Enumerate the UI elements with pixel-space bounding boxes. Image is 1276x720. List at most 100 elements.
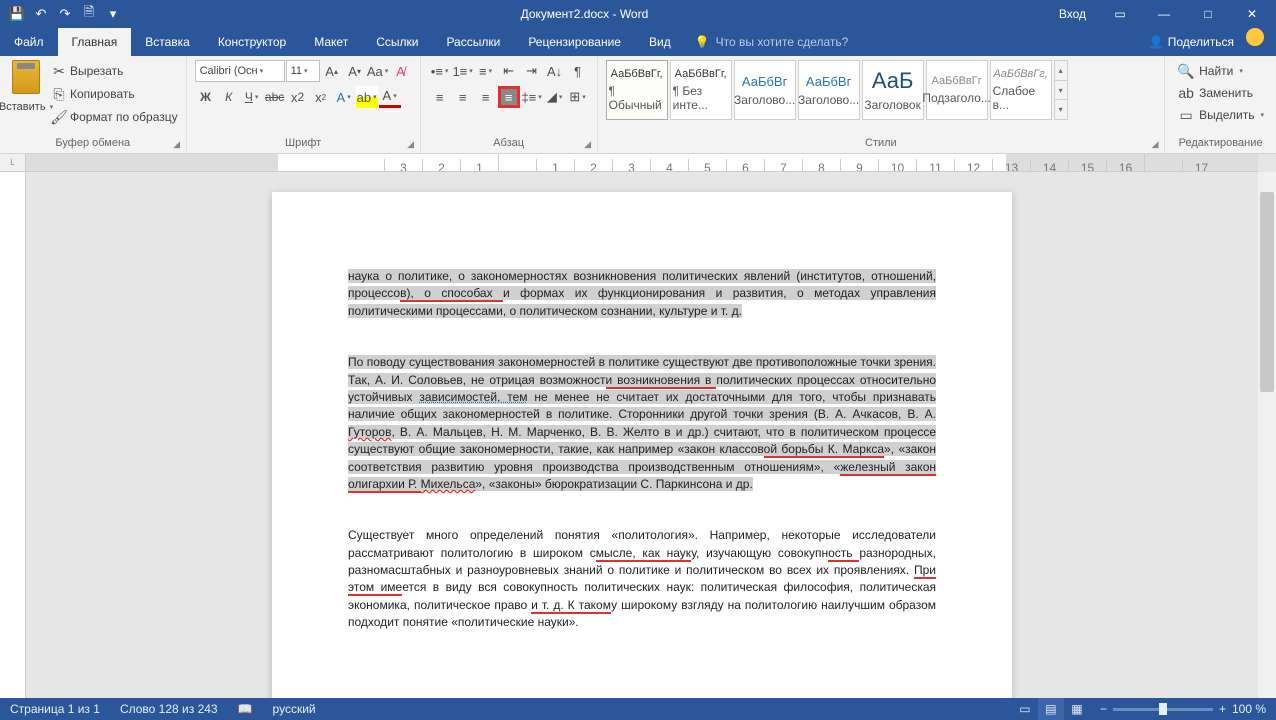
style-weak[interactable]: АаБбВвГг,Слабое в... [990,60,1052,120]
zoom-out-button[interactable]: − [1100,702,1107,716]
status-page[interactable]: Страница 1 из 1 [0,702,110,716]
select-label: Выделить [1199,108,1254,122]
undo-icon[interactable]: ↶ [30,3,52,25]
highlight-button[interactable]: ab [356,86,378,108]
login-button[interactable]: Вход [1045,7,1100,21]
align-right-button[interactable]: ≡ [475,86,497,108]
tellme-input[interactable] [716,35,916,49]
tab-review[interactable]: Рецензирование [514,28,635,56]
multilevel-button[interactable]: ≡ [475,60,497,82]
copy-button[interactable]: ⎘Копировать [50,83,178,105]
group-paragraph-label: Абзац [429,137,589,151]
style-subtitle[interactable]: АаБбВвГгПодзаголо... [926,60,988,120]
tab-references[interactable]: Ссылки [362,28,432,56]
borders-button[interactable]: ⊞ [567,86,589,108]
view-web-button[interactable]: ▦ [1064,698,1090,720]
tab-view[interactable]: Вид [635,28,685,56]
group-font-label: Шрифт [195,137,412,151]
save-icon[interactable]: 💾 [6,3,28,25]
tab-mailings[interactable]: Рассылки [432,28,514,56]
justify-button[interactable]: ≡ [498,86,520,108]
group-styles-label: Стили [606,137,1157,151]
align-center-button[interactable]: ≡ [452,86,474,108]
styles-scroll[interactable]: ▴▾▾ [1054,60,1068,120]
status-proofing[interactable]: 📖 [228,702,263,716]
style-heading1[interactable]: АаБбВгЗаголово... [734,60,796,120]
style-nospacing[interactable]: АаБбВвГг,¶ Без инте... [670,60,732,120]
zoom-in-button[interactable]: + [1219,702,1226,716]
grow-font-button[interactable]: A▴ [321,60,343,82]
status-language[interactable]: русский [263,702,326,716]
tab-layout[interactable]: Макет [300,28,362,56]
align-left-button[interactable]: ≡ [429,86,451,108]
close-icon[interactable]: ✕ [1232,0,1272,28]
line-spacing-button[interactable]: ‡≡ [521,86,543,108]
brush-icon: 🖌 [50,108,68,126]
shading-button[interactable]: ◢ [544,86,566,108]
minimize-icon[interactable]: — [1144,0,1184,28]
select-button[interactable]: ▭Выделить [1173,104,1268,126]
clear-format-button[interactable]: A̸ [390,60,412,82]
vertical-scrollbar[interactable] [1258,172,1276,698]
strike-button[interactable]: abc [264,86,286,108]
find-button[interactable]: 🔍 Найти [1173,60,1268,82]
zoom-slider[interactable] [1113,708,1213,711]
find-label: Найти [1199,64,1233,78]
group-editing-label: Редактирование [1173,137,1268,151]
tab-file[interactable]: Файл [0,28,58,56]
paragraph-launcher[interactable]: ◢ [582,138,594,150]
window-title: Документ2.docx - Word [124,7,1045,21]
style-heading2[interactable]: АаБбВгЗаголово... [798,60,860,120]
view-read-button[interactable]: ▭ [1012,698,1038,720]
italic-button[interactable]: К [218,86,240,108]
superscript-button[interactable]: x2 [310,86,332,108]
subscript-button[interactable]: x2 [287,86,309,108]
qat-customize-icon[interactable]: ▾ [102,3,124,25]
font-color-button[interactable]: A [379,86,401,108]
paste-icon [12,60,40,94]
tab-insert[interactable]: Вставка [131,28,204,56]
vertical-ruler[interactable] [0,172,26,698]
style-normal[interactable]: АаБбВвГг,¶ Обычный [606,60,668,120]
tab-design[interactable]: Конструктор [204,28,300,56]
show-marks-button[interactable]: ¶ [567,60,589,82]
emoji-face-icon[interactable] [1246,28,1264,46]
maximize-icon[interactable]: □ [1188,0,1228,28]
format-painter-button[interactable]: 🖌Формат по образцу [50,106,178,128]
ruler-corner: L [0,154,26,172]
new-icon[interactable]: 🗎 [78,3,100,25]
styles-gallery[interactable]: АаБбВвГг,¶ Обычный АаБбВвГг,¶ Без инте..… [606,60,1068,120]
cut-button[interactable]: ✂Вырезать [50,60,178,82]
bullets-button[interactable]: •≡ [429,60,451,82]
redo-icon[interactable]: ↷ [54,3,76,25]
font-size-combo[interactable]: 11 [286,60,320,82]
underline-button[interactable]: Ч [241,86,263,108]
share-button[interactable]: 👤Поделиться [1137,28,1246,56]
style-title[interactable]: АаБЗаголовок [862,60,924,120]
tab-home[interactable]: Главная [58,28,132,56]
change-case-button[interactable]: Aa [367,60,389,82]
tellme-icon: 💡 [695,35,710,49]
view-print-button[interactable]: ▤ [1038,698,1064,720]
shrink-font-button[interactable]: A▾ [344,60,366,82]
increase-indent-button[interactable]: ⇥ [521,60,543,82]
sort-button[interactable]: A↓ [544,60,566,82]
clipboard-launcher[interactable]: ◢ [171,138,183,150]
zoom-level[interactable]: 100 % [1232,702,1266,716]
font-launcher[interactable]: ◢ [405,138,417,150]
styles-launcher[interactable]: ◢ [1149,138,1161,150]
horizontal-ruler[interactable]: 3211234567891011121314151617 [26,154,1258,172]
font-name-combo[interactable]: Calibri (Осн [195,60,285,82]
find-icon: 🔍 [1177,62,1195,80]
replace-button[interactable]: abЗаменить [1173,82,1268,104]
text-effects-button[interactable]: A [333,86,355,108]
paste-button[interactable]: Вставить [8,60,44,118]
bold-button[interactable]: Ж [195,86,217,108]
cut-label: Вырезать [70,64,123,78]
document-page[interactable]: наука о политике, о закономерностях возн… [272,192,1012,698]
numbering-button[interactable]: 1≡ [452,60,474,82]
status-words[interactable]: Слово 128 из 243 [110,702,228,716]
ribbon-options-icon[interactable]: ▭ [1100,0,1140,28]
decrease-indent-button[interactable]: ⇤ [498,60,520,82]
group-clipboard-label: Буфер обмена [8,137,178,151]
